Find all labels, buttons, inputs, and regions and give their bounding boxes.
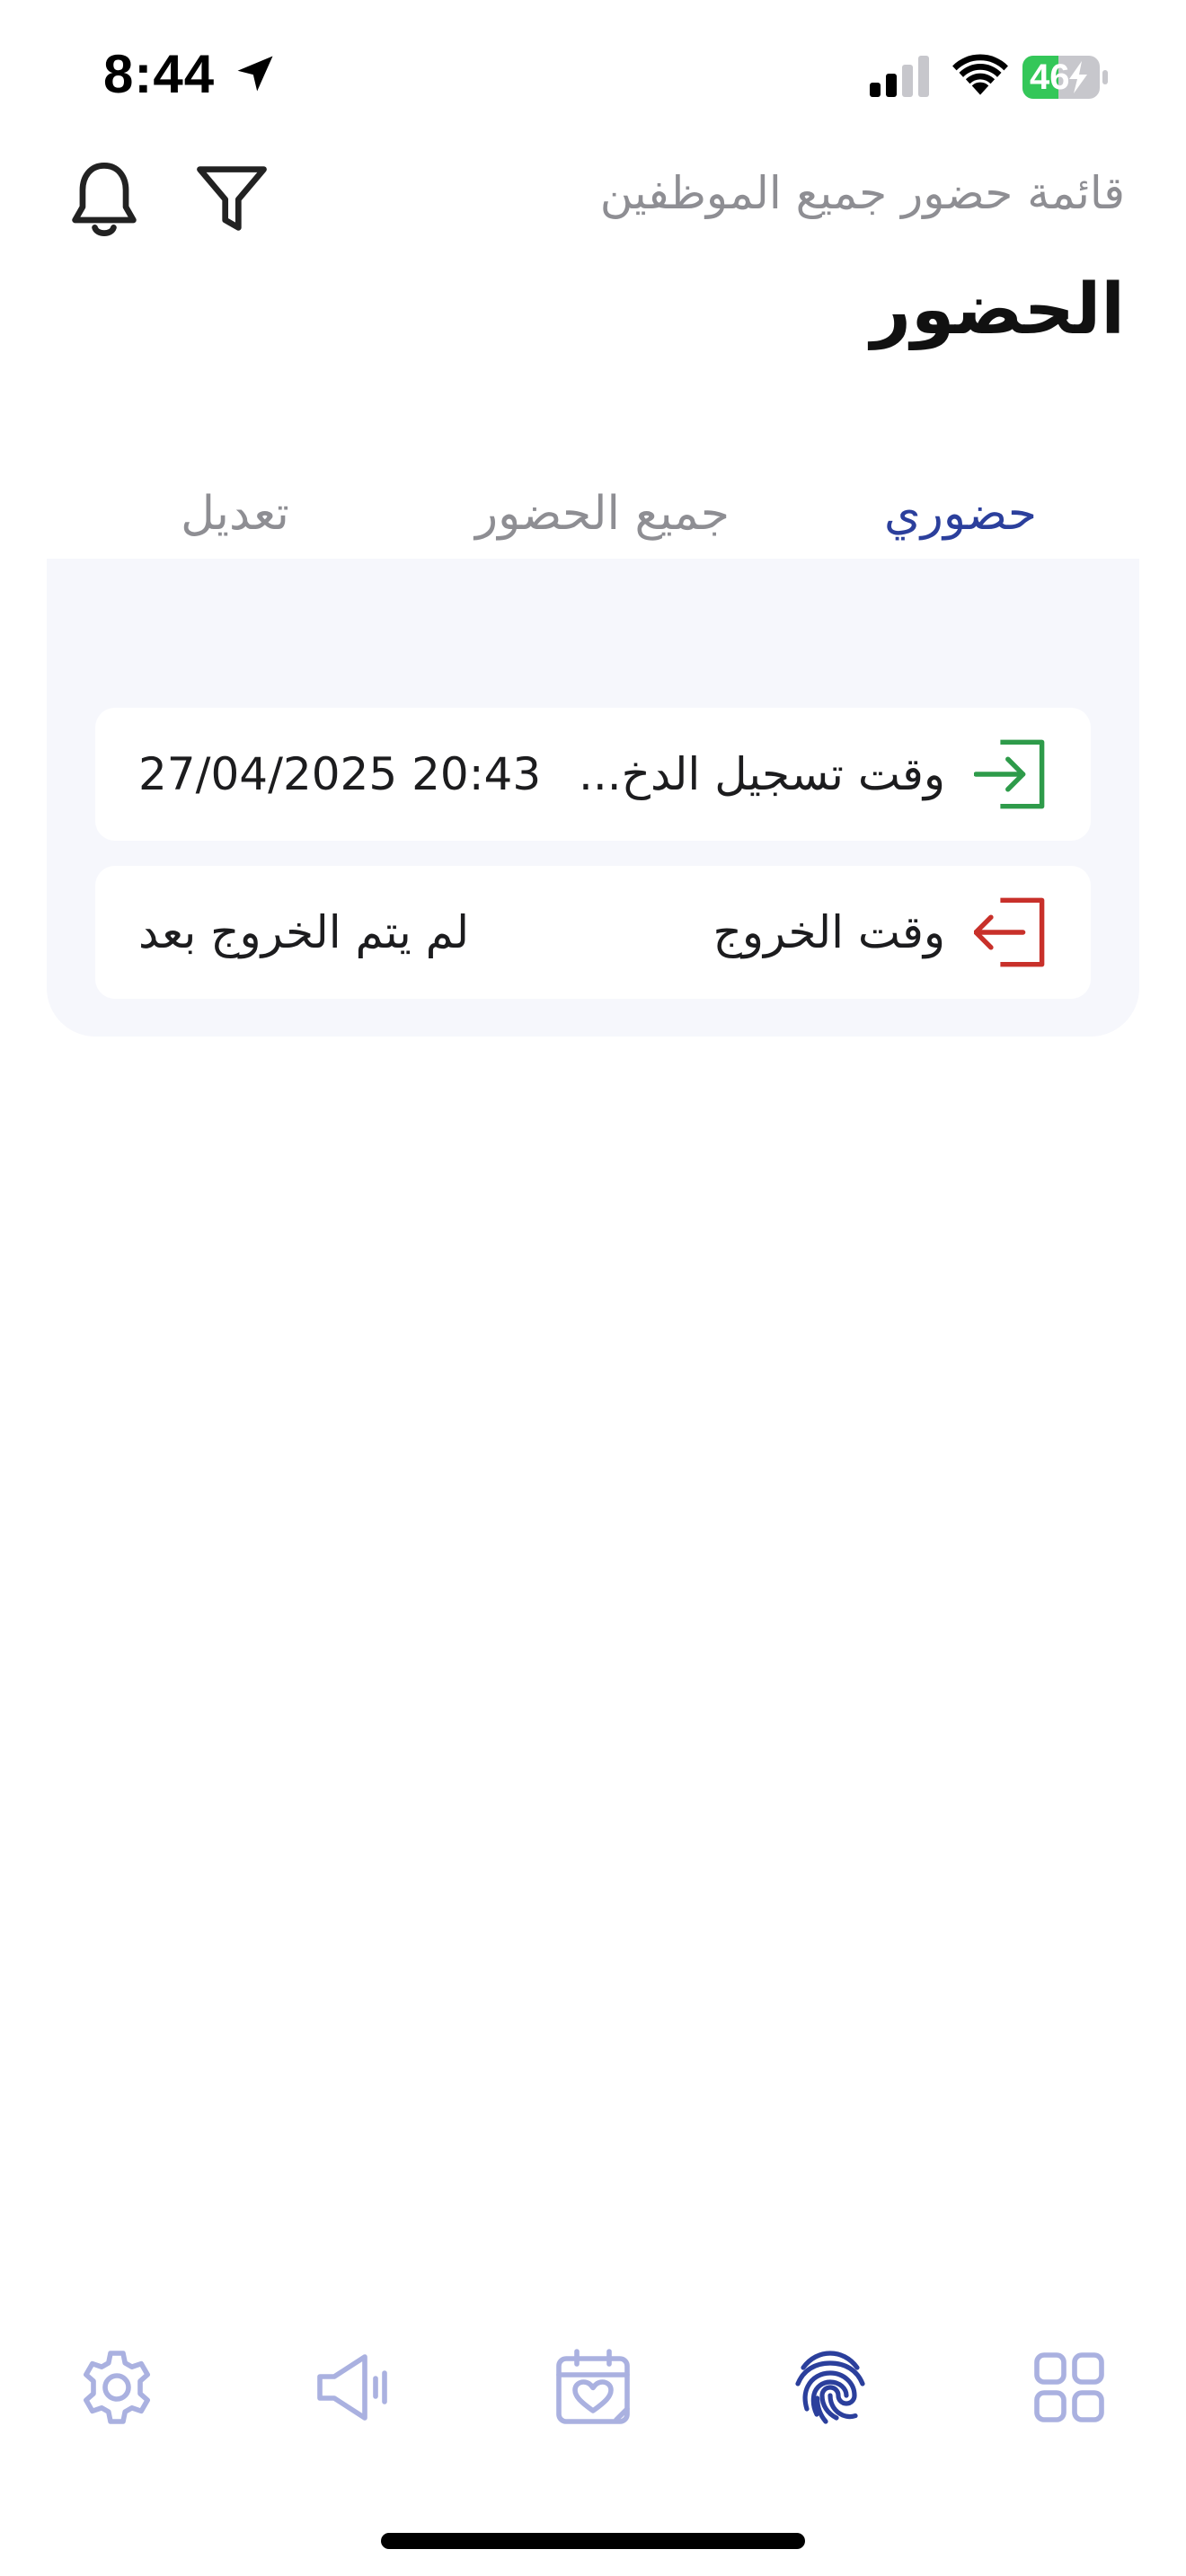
home-indicator[interactable] bbox=[381, 2533, 805, 2549]
wifi-icon bbox=[952, 54, 1008, 95]
fingerprint-icon[interactable] bbox=[787, 2344, 873, 2430]
gear-icon[interactable] bbox=[74, 2344, 160, 2430]
page-subtitle: قائمة حضور جميع الموظفين bbox=[599, 167, 1125, 219]
check-in-row: وقت تسجيل الدخ... 27/04/2025 20:43 bbox=[95, 708, 1091, 841]
check-in-label: وقت تسجيل الدخ... bbox=[578, 748, 945, 800]
cellular-signal-icon bbox=[870, 56, 929, 97]
check-in-icon bbox=[974, 739, 1045, 809]
page-title: الحضور bbox=[871, 269, 1125, 350]
calendar-heart-icon[interactable] bbox=[550, 2344, 636, 2430]
filter-icon[interactable] bbox=[194, 158, 270, 241]
check-out-row: وقت الخروج لم يتم الخروج بعد bbox=[95, 866, 1091, 999]
grid-icon[interactable] bbox=[1026, 2344, 1112, 2430]
check-out-label: وقت الخروج bbox=[712, 906, 945, 958]
location-arrow-icon bbox=[237, 56, 273, 92]
check-in-value: 27/04/2025 20:43 bbox=[138, 748, 542, 800]
bell-icon[interactable] bbox=[66, 158, 142, 241]
check-out-value: لم يتم الخروج بعد bbox=[138, 906, 470, 958]
megaphone-icon[interactable] bbox=[309, 2344, 395, 2430]
battery-level: 46 bbox=[1030, 57, 1070, 97]
check-out-icon bbox=[974, 897, 1045, 967]
status-time: 8:44 bbox=[103, 44, 216, 104]
